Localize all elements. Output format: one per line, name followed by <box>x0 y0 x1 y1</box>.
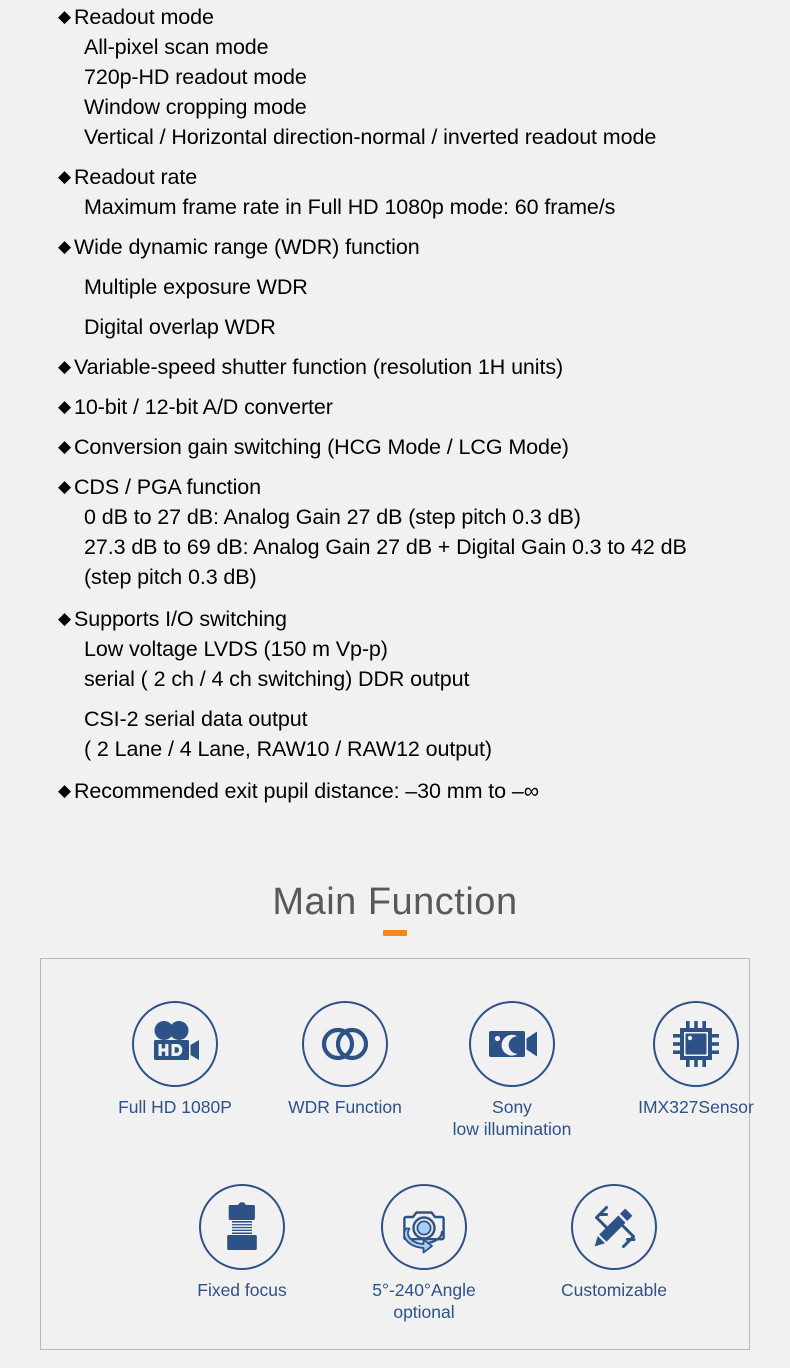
pencil-edit-icon <box>594 1206 636 1248</box>
spec-item: Digital overlap WDR <box>84 315 276 339</box>
feature-label: Fixed focus <box>157 1279 327 1301</box>
feature-label-line1: IMX327Sensor <box>638 1097 754 1117</box>
diamond-bullet-icon: ◆ <box>58 167 71 186</box>
main-function-section-header: Main Function <box>0 878 790 936</box>
spec-heading: ◆ Readout mode <box>0 2 790 32</box>
diamond-bullet-icon: ◆ <box>58 7 71 26</box>
spec-heading-text: Readout rate <box>73 165 198 189</box>
spec-item: All-pixel scan mode <box>84 35 269 59</box>
night-camera-moon-icon <box>489 1031 537 1057</box>
spec-item: ( 2 Lane / 4 Lane, RAW10 / RAW12 output) <box>84 737 492 761</box>
spec-item: Maximum frame rate in Full HD 1080p mode… <box>84 195 616 219</box>
spec-item: 0 dB to 27 dB: Analog Gain 27 dB (step p… <box>84 505 581 529</box>
spec-item: Vertical / Horizontal direction-normal /… <box>84 125 657 149</box>
diamond-bullet-icon: ◆ <box>58 477 71 496</box>
diamond-bullet-icon: ◆ <box>58 237 71 256</box>
spec-heading-text: 10-bit / 12-bit A/D converter <box>73 395 333 419</box>
feature-label: 5°-240°Angle optional <box>339 1279 509 1323</box>
feature-label-line1: WDR Function <box>288 1097 402 1117</box>
spec-group-cds-pga: ◆ CDS / PGA function 0 dB to 27 dB: Anal… <box>0 472 790 592</box>
spec-group-exit-pupil-distance: ◆ Recommended exit pupil distance: –30 m… <box>0 776 790 806</box>
spec-heading: ◆ Readout rate <box>0 162 790 192</box>
spec-group-variable-speed-shutter: ◆ Variable-speed shutter function (resol… <box>0 352 790 382</box>
spec-heading-text: Wide dynamic range (WDR) function <box>73 235 420 259</box>
feature-circle <box>381 1184 467 1270</box>
diamond-bullet-icon: ◆ <box>58 781 71 800</box>
spec-heading: ◆ Variable-speed shutter function (resol… <box>0 352 790 382</box>
feature-wdr-function[interactable]: WDR Function <box>260 1001 430 1118</box>
feature-label-line1: Sony <box>492 1097 532 1117</box>
feature-label: Customizable <box>529 1279 699 1301</box>
microchip-icon <box>673 1021 719 1067</box>
spec-item: 27.3 dB to 69 dB: Analog Gain 27 dB + Di… <box>84 535 687 589</box>
feature-circle <box>132 1001 218 1087</box>
spec-heading-text: Variable-speed shutter function (resolut… <box>73 355 564 379</box>
feature-circle <box>199 1184 285 1270</box>
spec-heading-text: Conversion gain switching (HCG Mode / LC… <box>73 435 569 459</box>
hd-video-camera-icon <box>154 1021 199 1060</box>
feature-full-hd-1080p[interactable]: Full HD 1080P <box>90 1001 260 1118</box>
two-overlapping-rings-icon <box>321 1027 369 1061</box>
spec-heading: ◆ Wide dynamic range (WDR) function <box>0 232 790 262</box>
spec-heading-text: Supports I/O switching <box>73 607 287 631</box>
feature-label-line1: 5°-240°Angle <box>372 1280 476 1300</box>
feature-label-line1: Customizable <box>560 1280 668 1300</box>
spec-group-wdr-function: ◆ Wide dynamic range (WDR) function Mult… <box>0 232 790 342</box>
spec-heading: ◆ Conversion gain switching (HCG Mode / … <box>0 432 790 462</box>
feature-label: Full HD 1080P <box>90 1096 260 1118</box>
feature-sony-low-illumination[interactable]: Sony low illumination <box>427 1001 597 1140</box>
diamond-bullet-icon: ◆ <box>58 609 71 628</box>
feature-circle <box>571 1184 657 1270</box>
spec-item: Window cropping mode <box>84 95 307 119</box>
feature-customizable[interactable]: Customizable <box>529 1184 699 1301</box>
diamond-bullet-icon: ◆ <box>58 357 71 376</box>
spec-heading: ◆ CDS / PGA function <box>0 472 790 502</box>
spec-item: Multiple exposure WDR <box>84 275 308 299</box>
feature-label: Sony low illumination <box>427 1096 597 1140</box>
feature-circle <box>469 1001 555 1087</box>
spec-item: CSI-2 serial data output <box>84 707 308 731</box>
feature-label: IMX327Sensor <box>611 1096 781 1118</box>
feature-label-line1: Fixed focus <box>197 1280 287 1300</box>
spec-heading-text: CDS / PGA function <box>73 475 261 499</box>
feature-angle-optional[interactable]: 5°-240°Angle optional <box>339 1184 509 1323</box>
feature-fixed-focus[interactable]: Fixed focus <box>157 1184 327 1301</box>
spec-group-ad-converter: ◆ 10-bit / 12-bit A/D converter <box>0 392 790 422</box>
spec-group-readout-rate: ◆ Readout rate Maximum frame rate in Ful… <box>0 162 790 222</box>
spec-item: 720p-HD readout mode <box>84 65 307 89</box>
spec-group-readout-mode: ◆ Readout mode All-pixel scan mode 720p-… <box>0 2 790 152</box>
feature-label-line2: low illumination <box>452 1119 572 1139</box>
rotating-camera-angle-icon <box>403 1211 445 1254</box>
feature-label-line2: optional <box>393 1302 455 1322</box>
spec-group-conversion-gain: ◆ Conversion gain switching (HCG Mode / … <box>0 432 790 462</box>
spec-heading: ◆ Supports I/O switching <box>0 604 790 634</box>
spec-item: serial ( 2 ch / 4 ch switching) DDR outp… <box>84 667 470 691</box>
feature-label: WDR Function <box>260 1096 430 1118</box>
lens-barrel-icon <box>227 1202 257 1250</box>
page-title: Main Function <box>272 881 518 923</box>
spec-heading-text: Recommended exit pupil distance: –30 mm … <box>73 779 539 803</box>
feature-circle <box>302 1001 388 1087</box>
feature-label-line1: Full HD 1080P <box>118 1097 232 1117</box>
spec-heading-text: Readout mode <box>73 5 214 29</box>
diamond-bullet-icon: ◆ <box>58 397 71 416</box>
main-function-panel: Full HD 1080P WDR Function Sony low illu… <box>40 958 754 1350</box>
spec-group-io-switching: ◆ Supports I/O switching Low voltage LVD… <box>0 604 790 764</box>
feature-imx327-sensor[interactable]: IMX327Sensor <box>611 1001 781 1118</box>
specification-list: ◆ Readout mode All-pixel scan mode 720p-… <box>0 0 790 806</box>
diamond-bullet-icon: ◆ <box>58 437 71 456</box>
spec-heading: ◆ 10-bit / 12-bit A/D converter <box>0 392 790 422</box>
spec-heading: ◆ Recommended exit pupil distance: –30 m… <box>0 776 790 806</box>
title-accent-bar <box>383 930 407 936</box>
feature-circle <box>653 1001 739 1087</box>
spec-item: Low voltage LVDS (150 m Vp-p) <box>84 637 388 661</box>
